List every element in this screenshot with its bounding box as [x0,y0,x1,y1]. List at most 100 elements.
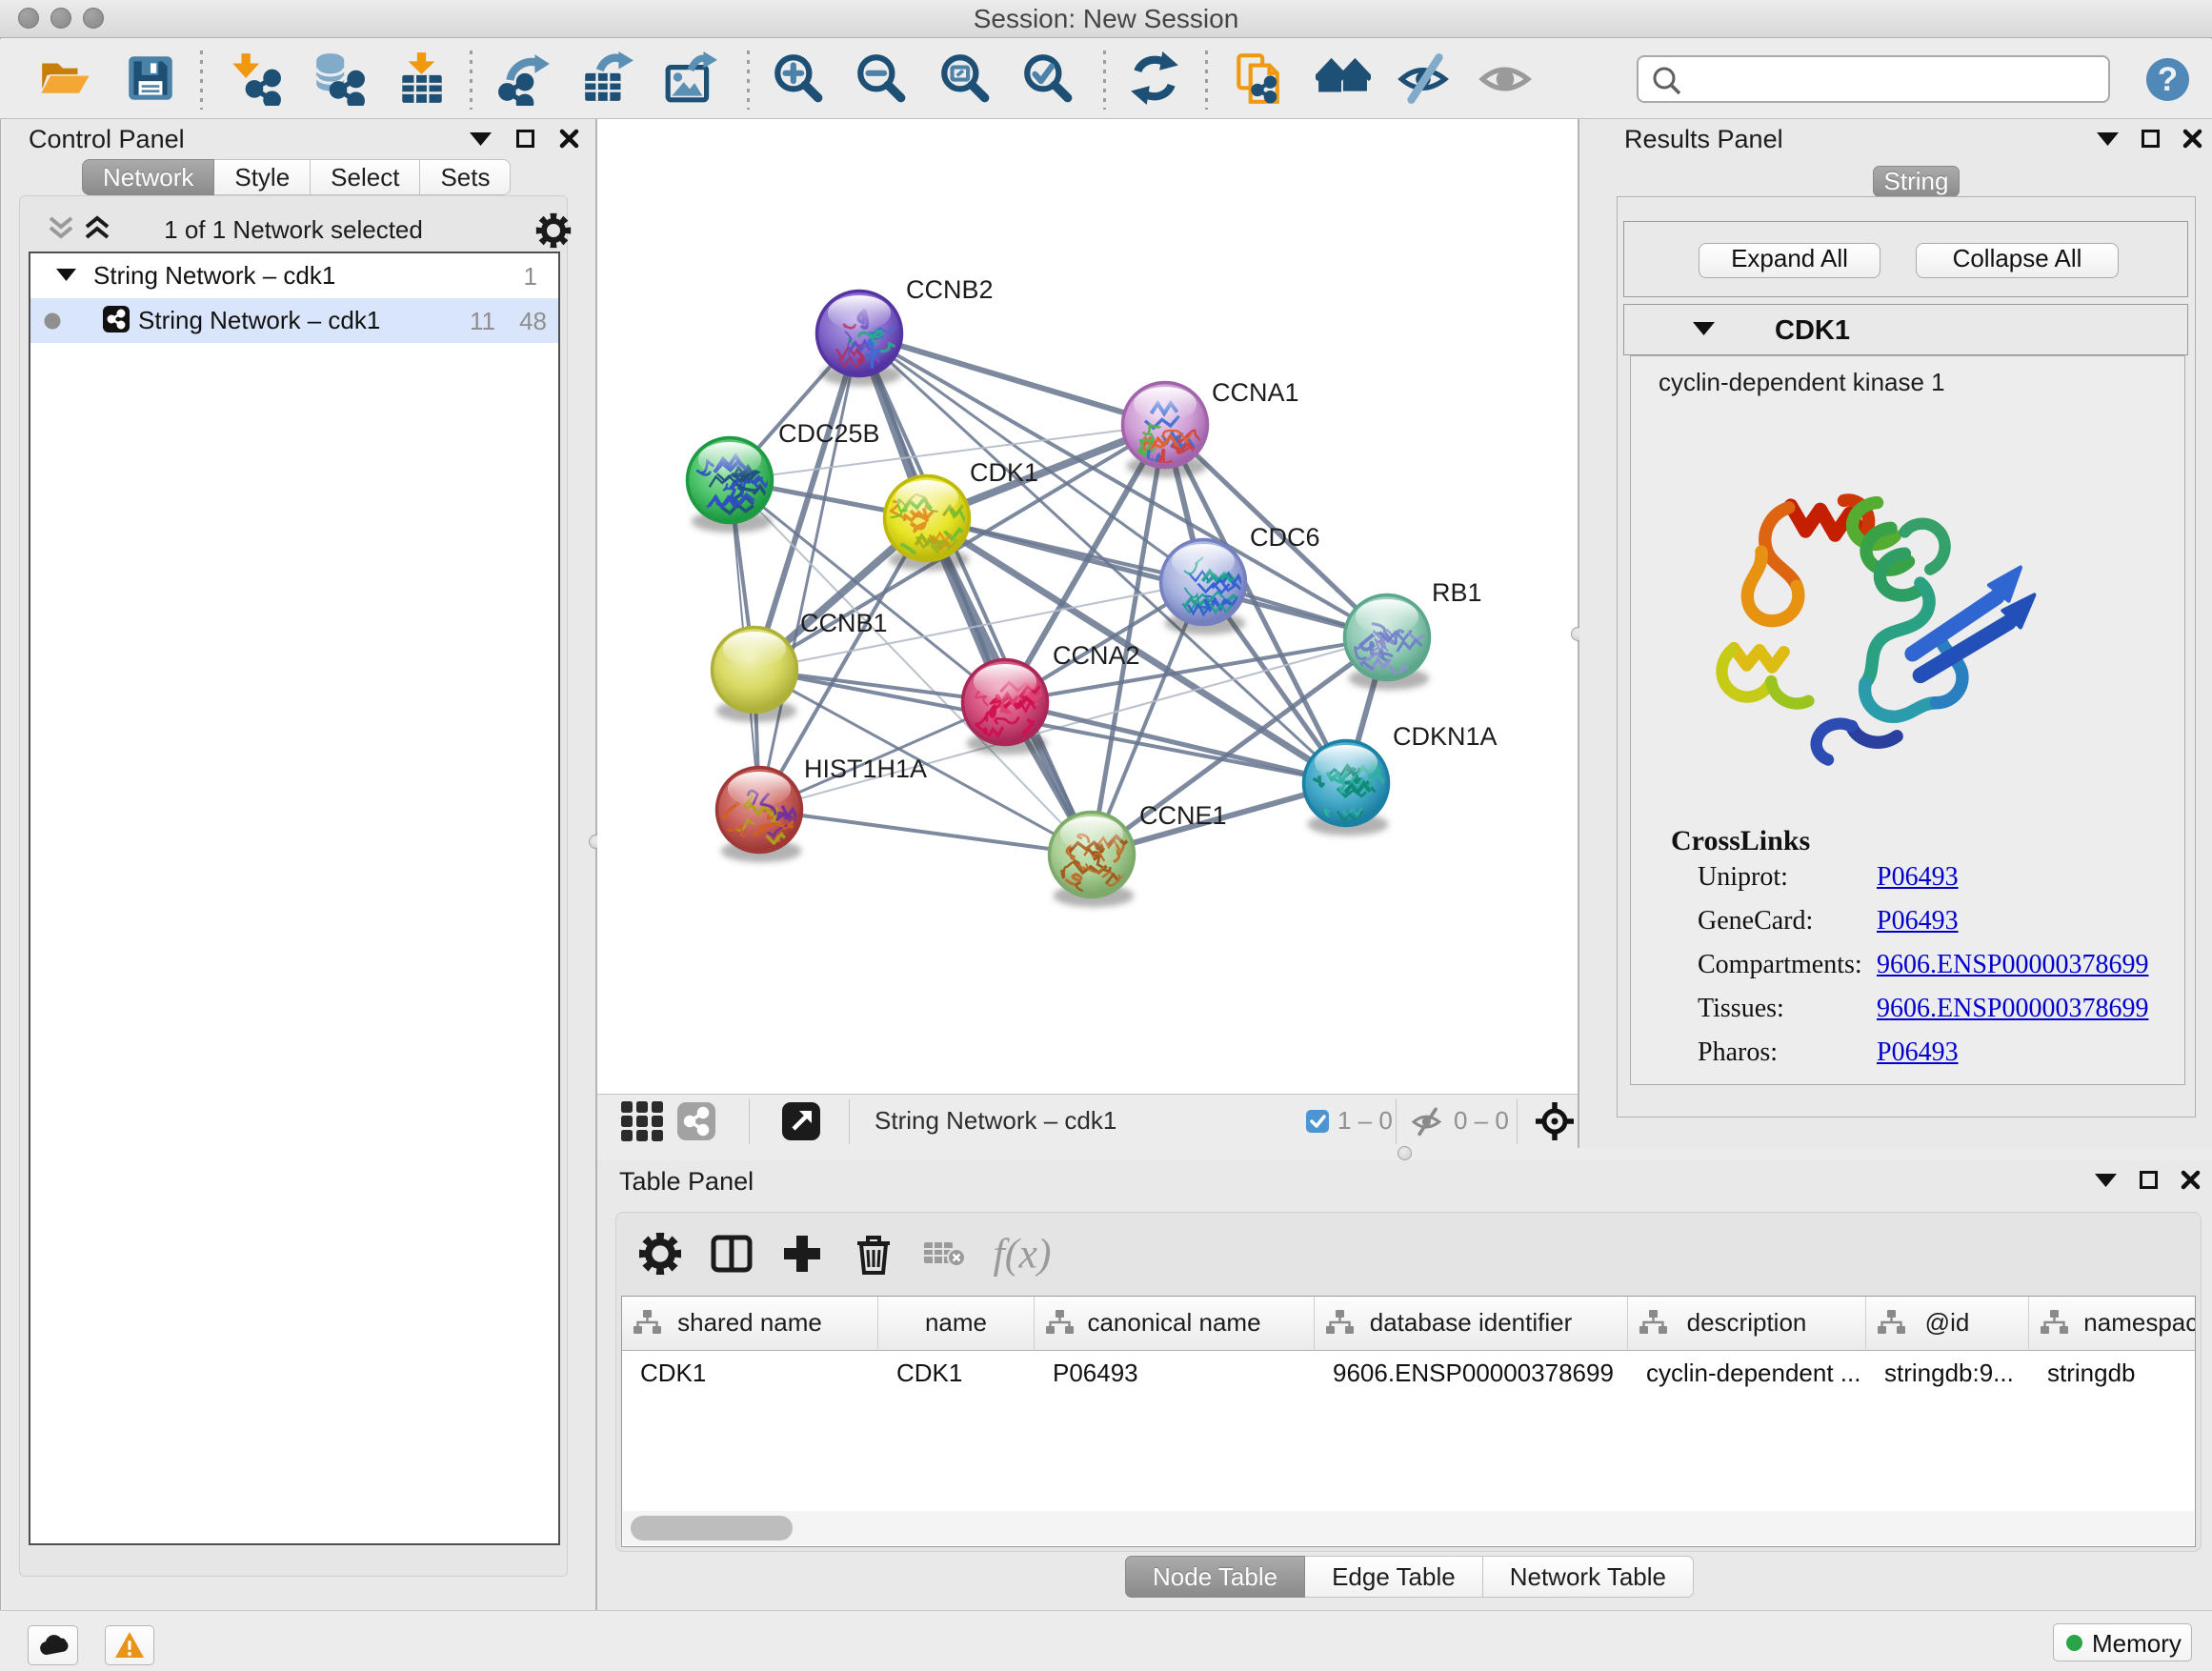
help-button[interactable]: ? [2146,58,2189,101]
crosslink-link[interactable]: 9606.ENSP00000378699 [1877,994,2148,1023]
float-panel-icon[interactable] [2140,1171,2158,1189]
bottom-splitter-knob[interactable] [1398,1146,1412,1160]
control-panel-tab-select[interactable]: Select [311,159,420,195]
section-collapse-icon[interactable] [1693,322,1715,335]
grid-view-icon[interactable] [620,1098,666,1144]
column-header-canonical-name[interactable]: canonical name [1035,1297,1315,1351]
close-panel-icon[interactable] [2182,129,2202,149]
table-tab-node-table[interactable]: Node Table [1125,1556,1305,1598]
edge-CCNB2-CCNA1[interactable] [859,333,1165,425]
node-label-CCNA1: CCNA1 [1212,378,1299,407]
column-label: database identifier [1315,1308,1627,1338]
network-row[interactable]: String Network – cdk1 11 48 [30,298,558,343]
crosslink-link[interactable]: P06493 [1877,1037,1959,1067]
apply-layout-icon[interactable] [1127,50,1182,106]
column-header-description[interactable]: description [1628,1297,1866,1351]
table-tabs: Node TableEdge TableNetwork Table [1125,1556,1694,1598]
node-CDC6[interactable]: CDC6 [1159,523,1320,634]
column-label: name [878,1308,1034,1338]
node-label-CCNB2: CCNB2 [906,275,994,304]
network-view-title: String Network – cdk1 [875,1106,1116,1136]
show-all-icon[interactable] [1478,50,1533,106]
node-label-CCNB1: CCNB1 [800,609,888,637]
node-HIST1H1A[interactable]: HIST1H1A [714,755,927,862]
column-header-database-identifier[interactable]: database identifier [1315,1297,1628,1351]
edge-HIST1H1A-CCNE1[interactable] [759,810,1092,855]
cloud-status-button[interactable] [28,1625,78,1665]
close-panel-icon[interactable] [559,129,579,149]
control-panel-tab-style[interactable]: Style [214,159,311,195]
crosslink-link[interactable]: 9606.ENSP00000378699 [1877,950,2148,979]
zoom-fit-icon[interactable] [937,50,993,106]
column-header-name[interactable]: name [878,1297,1035,1351]
zoom-selected-icon[interactable] [1020,50,1076,106]
network-tab-pane: 1 of 1 Network selected String Network –… [19,195,568,1577]
table-row[interactable]: CDK1CDK1P064939606.ENSP00000378699cyclin… [622,1352,2196,1396]
node-CDKN1A[interactable]: CDKN1A [1302,722,1498,836]
open-session-icon[interactable] [37,50,92,106]
memory-button[interactable]: Memory [2053,1623,2192,1661]
network-collection-row[interactable]: String Network – cdk1 1 [30,253,558,298]
add-column-icon[interactable] [780,1232,824,1276]
float-panel-icon[interactable] [2142,130,2160,148]
table-tab-edge-table[interactable]: Edge Table [1305,1556,1483,1598]
table-cell: stringdb [2029,1352,2196,1396]
node-section-header[interactable]: CDK1 [1623,304,2188,355]
function-builder-icon[interactable]: f(x) [993,1230,1051,1278]
node-CDC25B[interactable]: CDC25B [686,419,880,533]
split-table-icon[interactable] [710,1232,754,1276]
search-input[interactable] [1688,61,2098,97]
zoom-in-icon[interactable] [771,50,826,106]
zoom-out-icon[interactable] [854,50,909,106]
column-label: description [1628,1308,1865,1338]
column-header--id[interactable]: @id [1866,1297,2029,1351]
delete-table-icon[interactable] [922,1235,966,1273]
panel-menu-icon[interactable] [470,132,492,146]
table-settings-gear-icon[interactable] [638,1232,682,1276]
export-image-icon[interactable] [663,50,718,106]
panel-menu-icon[interactable] [2097,132,2119,146]
node-description: cyclin-dependent kinase 1 [1659,368,1945,397]
table-cell: stringdb:9... [1866,1352,2029,1396]
results-tab-string[interactable]: String [1873,166,1960,197]
search-box [1637,55,2110,103]
export-network-icon[interactable] [496,50,552,106]
results-panel: Results Panel String Expand All Collapse… [1579,119,2212,1148]
network-canvas[interactable]: CCNB2CCNA1CDC25BCDK1CDC6RB1CCNB1CCNA2CDK… [597,119,1578,1094]
table-tab-network-table[interactable]: Network Table [1483,1556,1694,1598]
table-hscrollbar[interactable] [623,1511,2194,1545]
import-table-from-file-icon[interactable] [394,50,450,106]
warnings-button[interactable] [105,1625,154,1665]
control-panel-tab-sets[interactable]: Sets [420,159,511,195]
collapse-all-button[interactable]: Collapse All [1916,243,2119,278]
import-network-from-file-icon[interactable] [228,50,283,106]
tree-expander-icon[interactable] [56,269,76,281]
node-CCNB2[interactable]: CCNB2 [815,275,994,386]
close-panel-icon[interactable] [2181,1170,2201,1190]
float-panel-icon[interactable] [516,130,534,148]
birds-eye-toggle-icon[interactable] [1535,1101,1575,1141]
horizontal-splitter[interactable] [597,1148,2212,1160]
node-CCNE1[interactable]: CCNE1 [1048,801,1227,907]
delete-column-trash-icon[interactable] [852,1232,895,1276]
share-view-icon[interactable] [677,1102,715,1140]
panel-menu-icon[interactable] [2095,1174,2117,1187]
export-table-icon[interactable] [580,50,635,106]
selected-checkbox-icon[interactable] [1306,1110,1329,1133]
column-header-shared-name[interactable]: shared name [622,1297,878,1351]
hscrollbar-thumb[interactable] [631,1516,793,1540]
node-RB1[interactable]: RB1 [1343,578,1482,690]
first-neighbors-icon[interactable] [1316,50,1371,106]
copy-style-icon[interactable] [1230,50,1285,106]
crosslink-link[interactable]: P06493 [1877,906,1959,936]
network-options-gear-icon[interactable] [534,211,573,250]
import-network-from-database-icon[interactable] [311,50,366,106]
save-session-icon[interactable] [123,50,178,106]
crosslink-link[interactable]: P06493 [1877,862,1959,892]
expand-all-button[interactable]: Expand All [1699,243,1880,278]
column-header-namespace[interactable]: namespace [2029,1297,2196,1351]
node-CCNA1[interactable]: CCNA1 [1121,378,1299,477]
hide-selected-icon[interactable] [1397,50,1452,106]
detach-view-icon[interactable] [782,1102,820,1140]
control-panel-tab-network[interactable]: Network [82,159,214,195]
